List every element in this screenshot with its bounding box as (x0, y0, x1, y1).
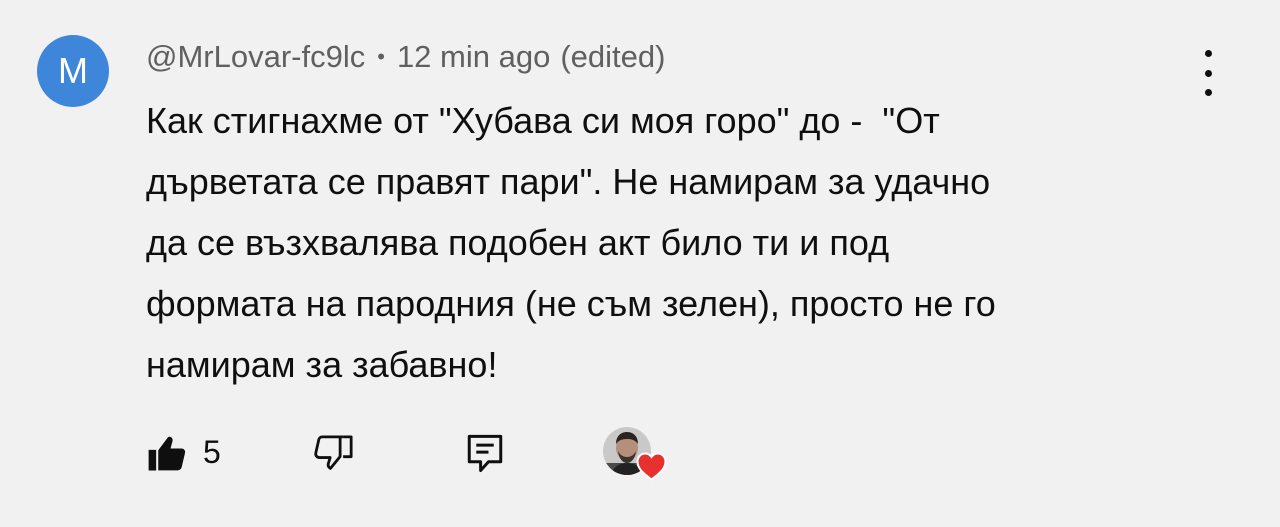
more-vertical-icon-dot (1204, 69, 1212, 77)
meta-separator: • (377, 44, 385, 69)
dislike-button[interactable] (313, 432, 355, 474)
heart-icon (636, 452, 667, 481)
thumbs-up-filled-icon (148, 436, 186, 471)
like-button[interactable] (146, 432, 188, 474)
author-avatar[interactable]: M (37, 35, 109, 107)
comment-reply-icon (467, 434, 503, 472)
comment-header: @MrLovar-fc9lc • 12 min ago (edited) (146, 36, 665, 78)
thumbs-down-outline-icon (314, 435, 353, 470)
edited-label: (edited) (560, 39, 666, 74)
comment-timestamp[interactable]: 12 min ago (397, 39, 550, 75)
more-vertical-icon (1204, 50, 1212, 57)
like-count: 5 (203, 434, 221, 470)
author-name[interactable]: @MrLovar-fc9lc (146, 39, 365, 75)
comment-text: Как стигнахме от "Хубава си моя горо" до… (146, 100, 996, 385)
author-avatar-letter: M (58, 50, 88, 91)
reply-button[interactable] (465, 432, 505, 474)
creator-heart-badge[interactable] (603, 427, 667, 483)
